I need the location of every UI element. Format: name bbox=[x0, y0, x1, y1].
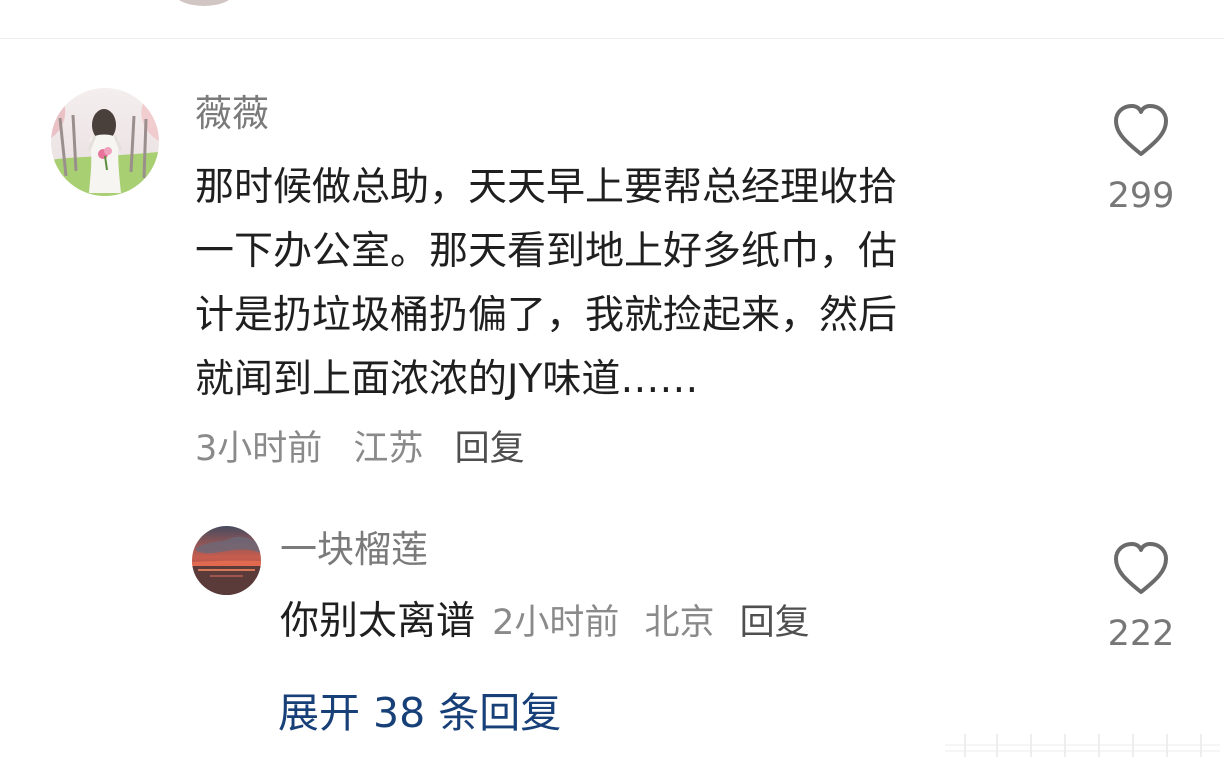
comment-reply-button[interactable]: 回复 bbox=[455, 426, 525, 472]
reply-text: 你别太离谱 bbox=[280, 599, 476, 644]
comment-divider bbox=[0, 38, 1224, 39]
expand-replies-button[interactable]: 展开 38 条回复 bbox=[278, 686, 561, 740]
reply-like-count: 222 bbox=[1107, 614, 1175, 654]
reply-reply-button[interactable]: 回复 bbox=[740, 603, 810, 643]
reply-author-avatar[interactable] bbox=[192, 526, 261, 595]
comment-line: 一下办公室。那天看到地上好多纸巾，估 bbox=[195, 229, 898, 274]
heart-outline-icon bbox=[1114, 542, 1168, 594]
comment-location: 江苏 bbox=[353, 429, 424, 469]
comment-line: 计是扔垃圾桶扔偏了，我就捡起来，然后 bbox=[195, 293, 898, 338]
previous-comment-avatar-fragment bbox=[172, 0, 236, 6]
heart-outline-icon bbox=[1114, 104, 1168, 156]
comment-author-name[interactable]: 薇薇 bbox=[195, 90, 269, 138]
reply-author-name[interactable]: 一块榴莲 bbox=[280, 526, 428, 574]
sunset-avatar-photo-icon bbox=[192, 526, 261, 595]
comment-line: 就闻到上面浓浓的JY味道…… bbox=[195, 357, 699, 402]
comment-like-count: 299 bbox=[1107, 176, 1175, 216]
comment-time: 3小时前 bbox=[195, 429, 323, 469]
watermark-pattern-icon bbox=[945, 734, 1220, 757]
comment-body: 那时候做总助，天天早上要帮总经理收拾 一下办公室。那天看到地上好多纸巾，估 计是… bbox=[195, 156, 1055, 412]
reply-time: 2小时前 bbox=[492, 603, 620, 643]
comment-line: 那时候做总助，天天早上要帮总经理收拾 bbox=[195, 165, 898, 210]
reply-like-button[interactable]: 222 bbox=[1091, 540, 1191, 665]
reply-location: 北京 bbox=[644, 603, 715, 643]
comment-author-avatar[interactable] bbox=[51, 88, 159, 196]
comment-like-button[interactable]: 299 bbox=[1091, 102, 1191, 227]
comment-meta: 3小时前 江苏 回复 bbox=[195, 426, 545, 472]
user-avatar-photo-icon bbox=[51, 88, 159, 196]
reply-content-row: 你别太离谱 2小时前 北京 回复 bbox=[280, 596, 810, 655]
